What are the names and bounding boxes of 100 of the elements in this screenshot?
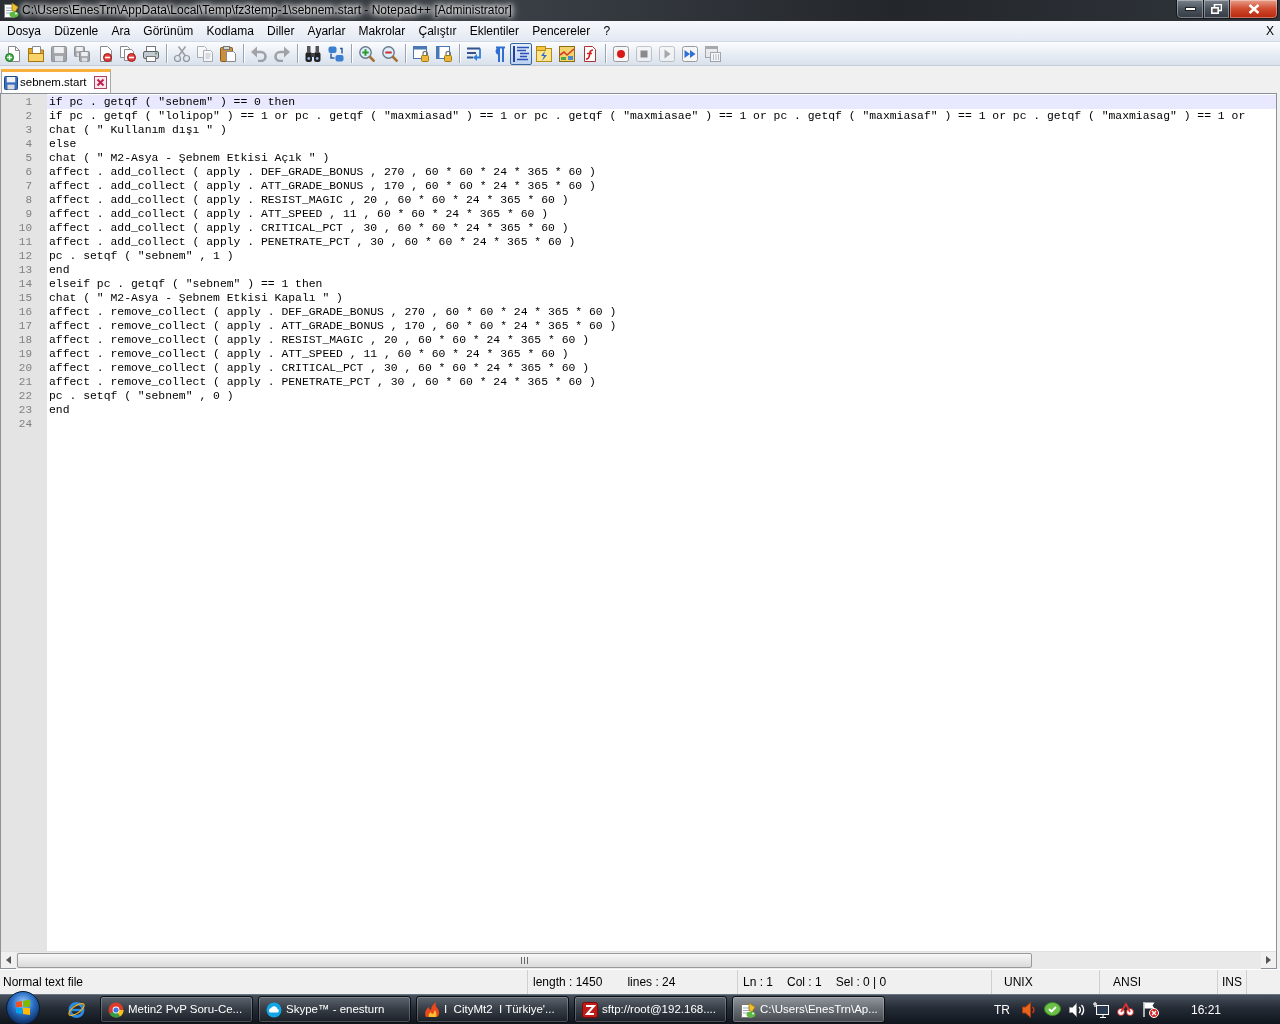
notepad-icon [740, 1001, 756, 1018]
line-number: 21 [18, 375, 32, 389]
code-line: end [49, 263, 70, 277]
swap-blocks-icon[interactable] [328, 45, 344, 62]
taskbar-button[interactable]: Metin2 PvP Soru-Ce... [100, 996, 253, 1023]
line-number: 15 [18, 291, 32, 305]
volume-icon[interactable] [1069, 1002, 1085, 1017]
line-number: 24 [18, 417, 32, 431]
line-number: 2 [25, 109, 32, 123]
line-number: 22 [18, 389, 32, 403]
line-number: 1 [25, 95, 32, 109]
network-monitor-icon[interactable] [1093, 1001, 1109, 1018]
magnifier-plus-icon[interactable] [359, 45, 375, 62]
line-number: 17 [18, 319, 32, 333]
taskbar-button[interactable]: sftp://root@192.168.... [574, 996, 727, 1023]
line-number: 7 [25, 179, 32, 193]
line-number: 19 [18, 347, 32, 361]
square-logo-icon [582, 1001, 598, 1018]
status-text: Col : 1 [787, 974, 822, 991]
orbit-logo-icon[interactable] [67, 1000, 86, 1019]
code-line: affect . add_collect ( apply . CRITICAL_PCT , 30 , 60 * 60 * 24 * 365 * 60 ) [49, 221, 569, 235]
speaker-cone-icon[interactable] [1022, 1001, 1036, 1018]
menu-item[interactable]: Düzenle [47, 21, 105, 41]
menu-item[interactable]: Makrolar [352, 21, 412, 41]
fast-forward-icon[interactable] [682, 45, 698, 62]
file-tab[interactable]: sebnem.start [1, 69, 112, 93]
indent-lines-icon[interactable] [510, 42, 532, 65]
menu-item[interactable]: Ayarlar [301, 21, 352, 41]
right-arrow-icon[interactable] [1266, 956, 1271, 964]
code-line: affect . remove_collect ( apply . CRITICAL_PCT , 30 , 60 * 60 * 24 * 365 * 60 ) [49, 361, 589, 375]
menu-item[interactable]: Görünüm [136, 21, 200, 41]
flame-logo-icon [424, 1001, 440, 1018]
menu-item[interactable]: Diller [260, 21, 301, 41]
clipboard-icon[interactable] [220, 45, 236, 62]
status-text: Ln : 1 [743, 974, 774, 991]
menu-item[interactable]: Çalıştır [411, 21, 464, 41]
line-number: 3 [25, 123, 32, 137]
chat-bubble-icon[interactable] [1044, 1002, 1061, 1017]
code-line: elseif pc . getqf ( "sebnem" ) == 1 then [49, 277, 323, 291]
restore-icon [1211, 4, 1222, 14]
code-line: affect . remove_collect ( apply . RESIST_MAGIC , 20 , 60 * 60 * 24 * 365 * 60 ) [49, 333, 589, 347]
taskbar-button[interactable]: C:\Users\EnesTrn\Ap... [732, 996, 885, 1023]
line-number: 11 [18, 235, 32, 249]
line-number: 14 [18, 277, 32, 291]
window-padlock-icon[interactable] [413, 45, 429, 62]
folder-icon[interactable] [28, 45, 44, 62]
line-number: 16 [18, 305, 32, 319]
close-files-icon[interactable] [120, 45, 136, 62]
status-text: length : 1450 [533, 974, 603, 991]
record-icon[interactable] [613, 45, 629, 62]
panel-bolt-icon[interactable] [536, 45, 552, 62]
code-line: affect . add_collect ( apply . ATT_SPEED , 11 , 60 * 60 * 24 * 365 * 60 ) [49, 207, 548, 221]
close-file-icon[interactable] [97, 45, 113, 62]
status-text: ANSI [1113, 974, 1141, 991]
code-line: affect . remove_collect ( apply . DEF_GRADE_BONUS , 270 , 60 * 60 * 24 * 365 * 60 ) [49, 305, 617, 319]
wrap-lines-icon[interactable] [467, 45, 483, 62]
code-line: end [49, 403, 70, 417]
code-line: else [49, 137, 77, 151]
close-icon [1247, 4, 1260, 14]
line-number: 9 [25, 207, 32, 221]
window-padlock-icon[interactable] [436, 45, 452, 62]
code-line: affect . remove_collect ( apply . PENETRATE_PCT , 30 , 60 * 60 * 24 * 365 * 60 ) [49, 375, 596, 389]
new-file-icon[interactable] [5, 45, 21, 62]
code-line: if pc . getqf ( "lolipop" ) == 1 or pc . getqf ( "maxmiasad" ) == 1 or pc . getqf ( "maxmiasae" ) == 1 or pc . getqf ( "maxmiasaf" ) == 1 or pc . getqf ( "maxmiasag" ) == 1 or [49, 109, 1246, 123]
language-indicator[interactable]: TR [994, 1000, 1010, 1019]
code-line: affect . add_collect ( apply . ATT_GRADE_BONUS , 170 , 60 * 60 * 24 * 365 * 60 ) [49, 179, 596, 193]
minimize-button[interactable] [1176, 0, 1204, 19]
code-line: pc . setqf ( "sebnem" , 1 ) [49, 249, 234, 263]
menu-item[interactable]: Ara [104, 21, 137, 41]
close-document-button[interactable]: X [1266, 21, 1274, 41]
line-number: 6 [25, 165, 32, 179]
left-arrow-icon[interactable] [6, 956, 11, 964]
status-text: INS [1222, 974, 1242, 991]
minimize-icon [1184, 7, 1196, 11]
close-icon[interactable] [94, 76, 108, 89]
map-icon[interactable] [559, 45, 575, 62]
device-icon[interactable] [1117, 1002, 1134, 1017]
taskbar-button[interactable]: Skype™ - enesturn [258, 996, 411, 1023]
printer-icon[interactable] [143, 45, 159, 62]
clock[interactable]: 16:21 [1191, 1000, 1222, 1019]
code-line: affect . remove_collect ( apply . ATT_SPEED , 11 , 60 * 60 * 24 * 365 * 60 ) [49, 347, 569, 361]
status-text: Normal text file [3, 974, 84, 991]
line-number: 13 [18, 263, 32, 277]
taskbar-button[interactable]: I CityMt2 I Türkiye'... [416, 996, 569, 1023]
menu-item[interactable]: Dosya [0, 21, 48, 41]
flag-alert-icon[interactable] [1142, 1001, 1159, 1018]
scrollbar-thumb[interactable] [17, 952, 1032, 968]
start-orb-icon[interactable] [6, 990, 40, 1024]
binoculars-icon[interactable] [305, 45, 321, 62]
menu-item[interactable]: Pencereler [525, 21, 597, 41]
menu-item[interactable]: ? [596, 21, 617, 41]
cloud-logo-icon [266, 1001, 282, 1018]
close-button[interactable] [1230, 0, 1278, 19]
menu-item[interactable]: Eklentiler [463, 21, 526, 41]
code-line: if pc . getqf ( "sebnem" ) == 0 then [49, 95, 296, 109]
magnifier-minus-icon[interactable] [382, 45, 398, 62]
page-curve-icon[interactable] [582, 45, 598, 62]
restore-button[interactable] [1204, 0, 1230, 19]
line-number: 20 [18, 361, 32, 375]
menu-item[interactable]: Kodlama [199, 21, 261, 41]
